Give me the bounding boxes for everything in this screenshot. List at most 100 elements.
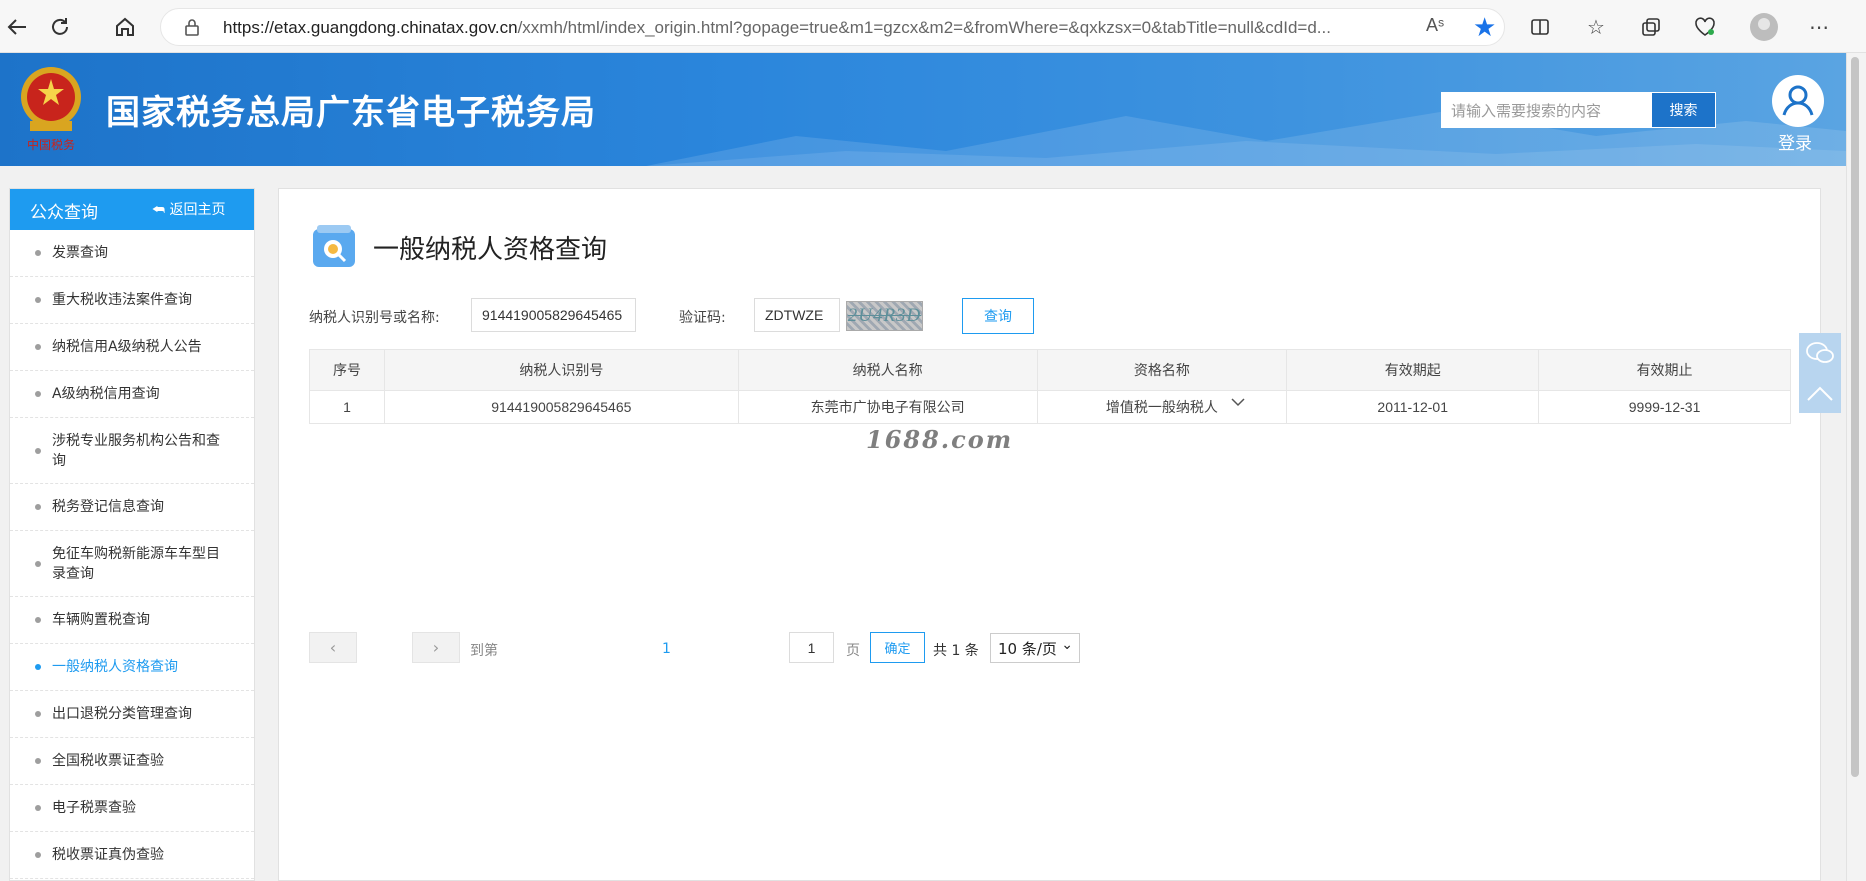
sidebar-item-invoice-query[interactable]: 发票查询 xyxy=(10,230,254,277)
back-home-link[interactable]: ⮪ 返回主页 xyxy=(152,199,225,219)
url-host: https://etax.guangdong.chinatax.gov.cn xyxy=(223,18,518,37)
scrollbar-thumb[interactable] xyxy=(1851,57,1859,777)
tax-emblem-logo: 中国税务 xyxy=(21,67,81,152)
captcha-label: 验证码: xyxy=(679,310,726,326)
sidebar-item-label: 税收票证真伪查验 xyxy=(52,847,164,863)
sidebar-title: 公众查询 xyxy=(30,203,98,223)
col-header-index: 序号 xyxy=(309,349,385,391)
sidebar-item-label: A级纳税信用查询 xyxy=(52,386,160,402)
sidebar-item-credit-a-query[interactable]: A级纳税信用查询 xyxy=(10,371,254,418)
sidebar-item-ev-catalog[interactable]: 免征车购税新能源车车型目录查询 xyxy=(10,531,254,597)
page-size-select[interactable]: 10 条/页 ⌄ xyxy=(990,633,1080,663)
captcha-image[interactable]: 2U4R3D xyxy=(846,301,923,331)
sidebar-item-label: 一般纳税人资格查询 xyxy=(52,659,178,675)
sidebar-item-major-violation[interactable]: 重大税收违法案件查询 xyxy=(10,277,254,324)
sidebar-item-credit-a-announcement[interactable]: 纳税信用A级纳税人公告 xyxy=(10,324,254,371)
sidebar-item-label: 电子税票查验 xyxy=(52,800,136,816)
sidebar-item-label: 重大税收违法案件查询 xyxy=(52,292,192,308)
collections-icon[interactable] xyxy=(1636,12,1666,42)
site-search-button[interactable]: 搜索 xyxy=(1651,92,1716,128)
query-button[interactable]: 查询 xyxy=(962,298,1034,334)
sidebar-item-label: 涉税专业服务机构公告和查询 xyxy=(52,432,220,469)
site-title: 国家税务总局广东省电子税务局 xyxy=(106,93,596,133)
cell-taxpayer-id: 914419005829645465 xyxy=(383,390,739,424)
results-table: 序号 纳税人识别号 纳税人名称 资格名称 有效期起 有效期止 1 9144190… xyxy=(309,349,1791,424)
sidebar: 公众查询 ⮪ 返回主页 发票查询 重大税收违法案件查询 纳税信用A级纳税人公告 … xyxy=(9,188,255,881)
next-page-button[interactable]: › xyxy=(412,632,460,663)
col-header-taxpayer-id: 纳税人识别号 xyxy=(383,349,739,391)
chevron-down-icon: ⌄ xyxy=(1061,637,1073,653)
chevron-right-icon: › xyxy=(432,638,440,657)
favorite-star-icon[interactable]: ★ xyxy=(1473,13,1496,43)
goto-confirm-button[interactable]: 确定 xyxy=(870,632,925,663)
sidebar-item-export-refund[interactable]: 出口退税分类管理查询 xyxy=(10,691,254,738)
sidebar-item-label: 纳税信用A级纳税人公告 xyxy=(52,339,202,355)
sidebar-item-vehicle-tax[interactable]: 车辆购置税查询 xyxy=(10,597,254,644)
back-to-top-icon[interactable] xyxy=(1799,373,1841,413)
site-search-input[interactable]: 请输入需要搜索的内容 xyxy=(1441,92,1651,128)
sidebar-item-label: 发票查询 xyxy=(52,245,108,261)
cell-index: 1 xyxy=(309,390,385,424)
browser-toolbar: https://etax.guangdong.chinatax.gov.cn/x… xyxy=(0,0,1866,53)
page-scrollbar[interactable] xyxy=(1846,53,1866,881)
login-link[interactable]: 登录 xyxy=(1778,129,1812,154)
sidebar-item-registration-info[interactable]: 税务登记信息查询 xyxy=(10,484,254,531)
sidebar-item-label: 全国税收票证查验 xyxy=(52,753,164,769)
chevron-left-icon: ‹ xyxy=(329,638,337,657)
refresh-icon[interactable] xyxy=(45,12,75,42)
sidebar-item-label: 税务登记信息查询 xyxy=(52,499,164,515)
taxpayer-id-label: 纳税人识别号或名称: xyxy=(309,310,440,326)
chevron-down-icon[interactable] xyxy=(1231,397,1245,407)
split-screen-icon[interactable] xyxy=(1525,12,1555,42)
page-title: 一般纳税人资格查询 xyxy=(373,235,608,265)
sidebar-item-national-voucher[interactable]: 全国税收票证查验 xyxy=(10,738,254,785)
col-header-taxpayer-name: 纳税人名称 xyxy=(737,349,1038,391)
svg-text:中国税务: 中国税务 xyxy=(27,137,75,152)
page-number-current[interactable]: 1 xyxy=(662,641,671,657)
captcha-input[interactable]: ZDTWZE xyxy=(754,298,840,332)
col-header-qualification: 资格名称 xyxy=(1036,349,1288,391)
lock-icon[interactable] xyxy=(183,18,201,36)
read-aloud-icon[interactable]: Aˢ xyxy=(1426,15,1444,36)
browser-essentials-icon[interactable] xyxy=(1690,12,1720,42)
sidebar-item-label: 免征车购税新能源车车型目录查询 xyxy=(52,545,220,582)
taxpayer-id-input[interactable]: 914419005829645465 xyxy=(471,298,636,332)
sidebar-item-label: 车辆购置税查询 xyxy=(52,612,150,628)
sidebar-item-general-taxpayer[interactable]: 一般纳税人资格查询 xyxy=(10,644,254,691)
total-count: 共 1 条 xyxy=(933,643,979,659)
cell-valid-to: 9999-12-31 xyxy=(1538,390,1791,424)
favorites-icon[interactable]: ☆ xyxy=(1581,12,1611,42)
sidebar-item-e-tax-voucher[interactable]: 电子税票查验 xyxy=(10,785,254,832)
cell-valid-from: 2011-12-01 xyxy=(1286,390,1540,424)
goto-page-input[interactable]: 1 xyxy=(789,632,834,663)
watermark-text: 1688.com xyxy=(866,425,1014,454)
more-menu-icon[interactable]: ⋯ xyxy=(1804,12,1834,42)
sidebar-item-label: 出口退税分类管理查询 xyxy=(52,706,192,722)
address-bar[interactable]: https://etax.guangdong.chinatax.gov.cn/x… xyxy=(160,8,1505,46)
table-row: 1 914419005829645465 东莞市广协电子有限公司 增值税一般纳税… xyxy=(309,390,1791,424)
sidebar-item-tax-service-agency[interactable]: 涉税专业服务机构公告和查询 xyxy=(10,418,254,484)
back-home-label: 返回主页 xyxy=(169,202,226,218)
col-header-valid-to: 有效期止 xyxy=(1538,349,1791,391)
search-document-icon xyxy=(313,225,355,267)
profile-avatar[interactable] xyxy=(1750,13,1778,41)
cell-qualification: 增值税一般纳税人 xyxy=(1036,390,1288,424)
home-icon[interactable] xyxy=(110,12,140,42)
url-path: /xxmh/html/index_origin.html?gopage=true… xyxy=(517,18,1331,37)
table-header-row: 序号 纳税人识别号 纳税人名称 资格名称 有效期起 有效期止 xyxy=(309,349,1791,391)
site-header: 中国税务 国家税务总局广东省电子税务局 请输入需要搜索的内容 搜索 登录 xyxy=(0,53,1846,166)
cell-taxpayer-name: 东莞市广协电子有限公司 xyxy=(737,390,1038,424)
prev-page-button[interactable]: ‹ xyxy=(309,632,357,663)
sidebar-header: 公众查询 ⮪ 返回主页 xyxy=(10,189,254,230)
url-text[interactable]: https://etax.guangdong.chinatax.gov.cn/x… xyxy=(223,18,1423,38)
return-arrow-icon: ⮪ xyxy=(152,202,166,218)
wechat-chat-icon[interactable] xyxy=(1799,333,1841,373)
main-panel: 一般纳税人资格查询 纳税人识别号或名称: 914419005829645465 … xyxy=(278,188,1821,881)
goto-label: 到第 xyxy=(470,643,498,659)
back-arrow-icon[interactable] xyxy=(2,12,32,42)
col-header-valid-from: 有效期起 xyxy=(1286,349,1540,391)
page-unit-label: 页 xyxy=(846,643,860,659)
sidebar-item-voucher-authenticity[interactable]: 税收票证真伪查验 xyxy=(10,832,254,879)
page-size-value: 10 条/页 xyxy=(998,639,1057,658)
user-icon[interactable] xyxy=(1772,75,1824,127)
